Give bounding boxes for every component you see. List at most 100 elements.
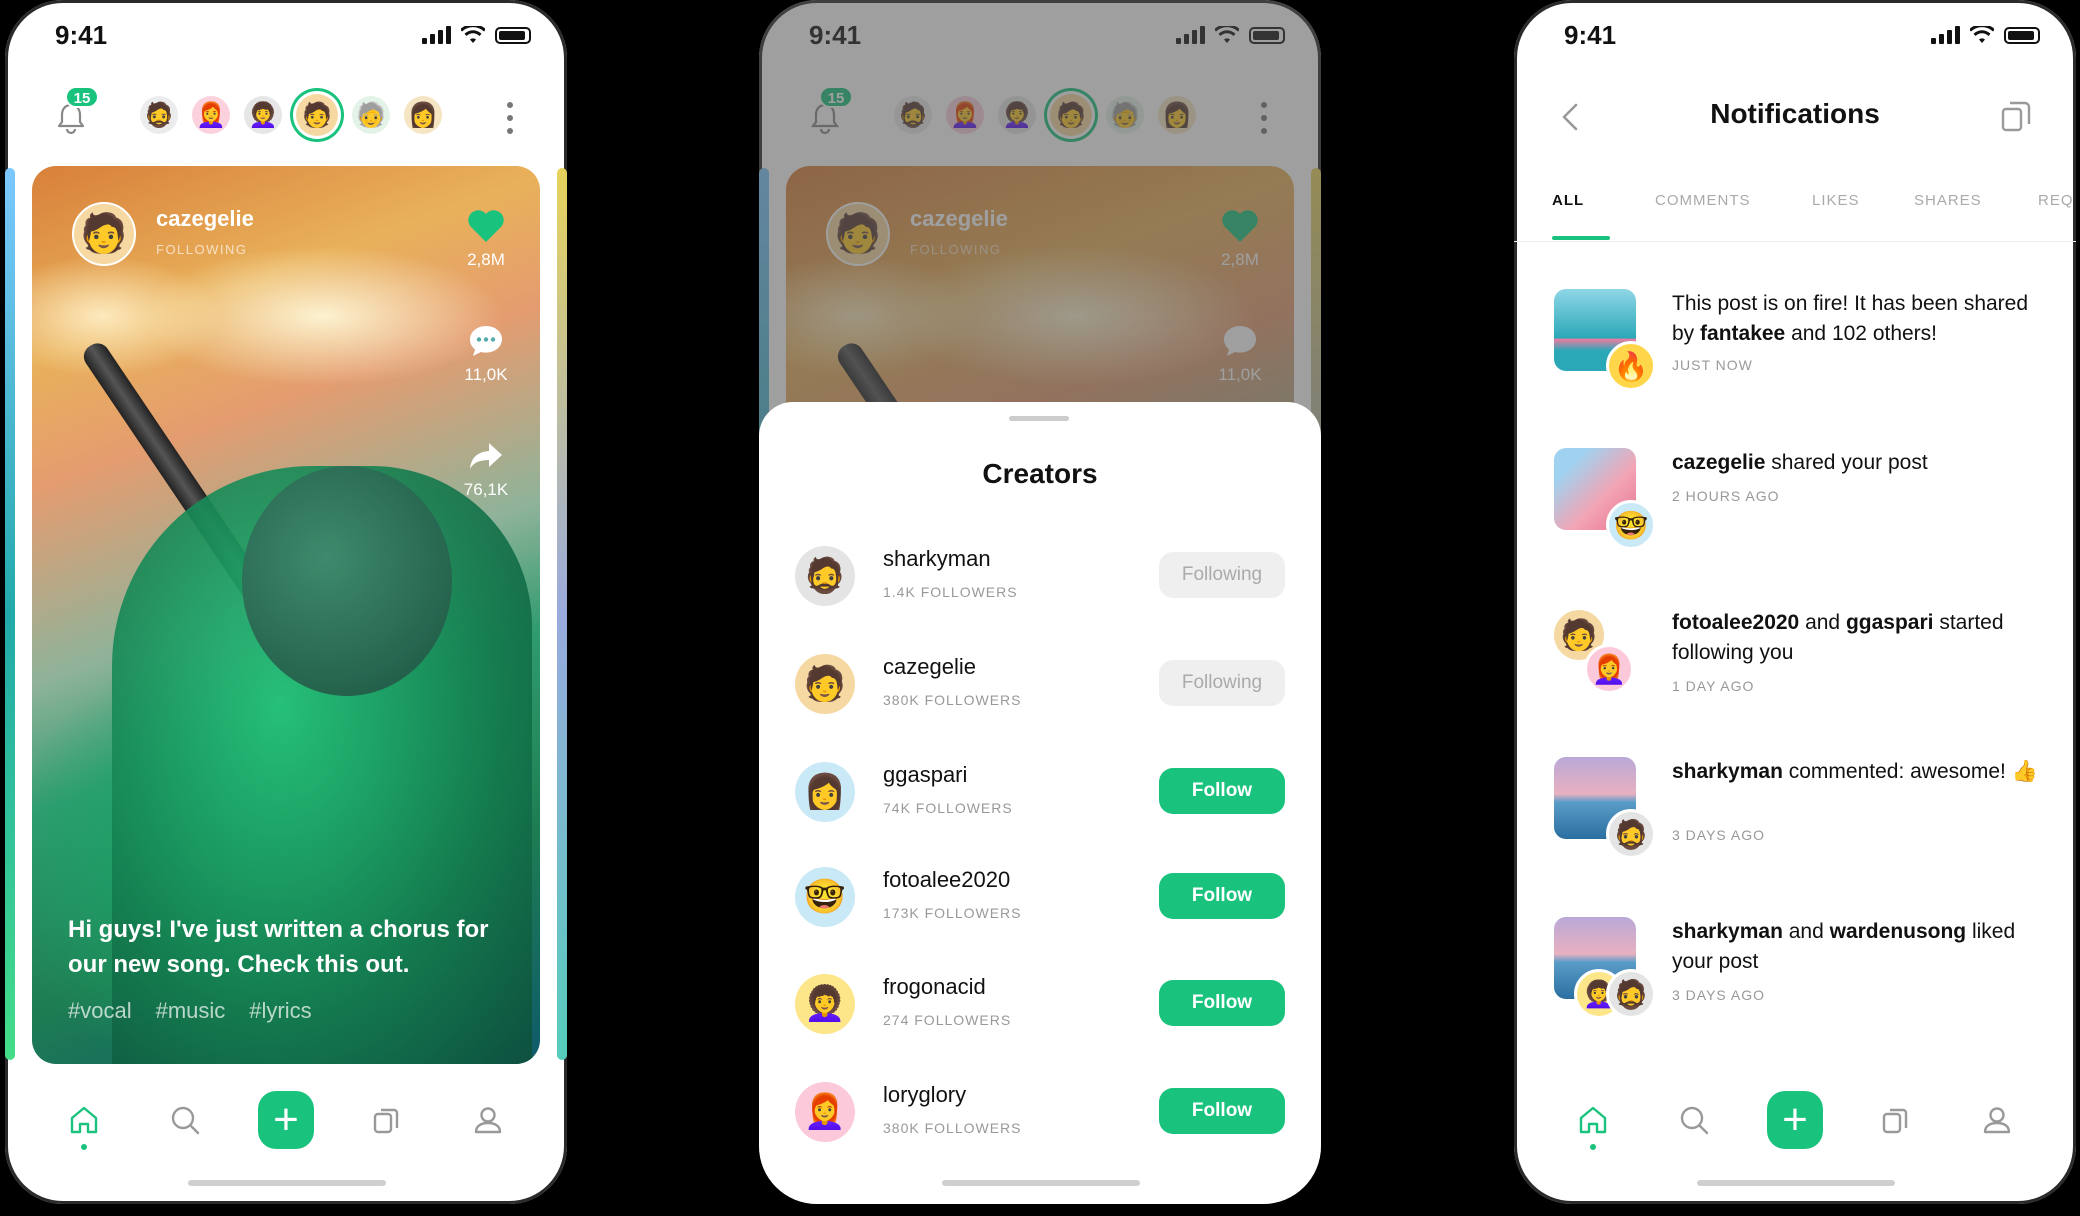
home-indicator (188, 1180, 386, 1186)
tab-requests[interactable]: REQ (2038, 192, 2074, 209)
sheet-title: Creators (982, 458, 1098, 489)
story-avatar[interactable]: 👩‍🦱 (244, 96, 282, 134)
creator-name[interactable]: loryglory (883, 1082, 966, 1108)
nav-collections[interactable] (359, 1092, 415, 1148)
creator-row[interactable]: 🧔 sharkyman 1.4K FOLLOWERS Following (795, 540, 1285, 620)
collections-icon (1882, 1108, 1908, 1134)
nav-search[interactable] (1666, 1092, 1722, 1148)
creator-row[interactable]: 🧑 cazegelie 380K FOLLOWERS Following (795, 648, 1285, 728)
creator-followers: 173K FOLLOWERS (883, 905, 1022, 921)
add-post-button[interactable]: + (257, 1091, 314, 1149)
add-post-button[interactable]: + (1766, 1091, 1823, 1149)
follow-button[interactable]: Follow (1159, 980, 1285, 1026)
page-title: Notifications (1710, 98, 1880, 129)
creator-name[interactable]: sharkyman (883, 546, 991, 572)
phone-feed: 9:41 15 🧔 👩‍🦰 👩‍🦱 🧑 🧓 👩 🧑 cazegelie FOLL… (5, 0, 567, 1204)
home-icon (1579, 1106, 1606, 1134)
wifi-icon (461, 26, 485, 43)
hashtag[interactable]: #music (156, 998, 226, 1024)
user-avatar[interactable]: 🤓 (1606, 500, 1656, 550)
stories-row: 🧔 👩‍🦰 👩‍🦱 🧑 🧓 👩 (140, 94, 442, 136)
creator-row[interactable]: 👩 ggaspari 74K FOLLOWERS Follow (795, 756, 1285, 836)
more-icon[interactable] (507, 102, 515, 134)
creator-name[interactable]: cazegelie (883, 654, 976, 680)
following-button[interactable]: Following (1159, 552, 1285, 598)
post-author-avatar[interactable]: 🧑 (72, 202, 136, 266)
signal-icon (422, 26, 451, 44)
creator-followers: 1.4K FOLLOWERS (883, 584, 1018, 600)
notification-time: 2 HOURS AGO (1672, 488, 1780, 504)
following-button[interactable]: Following (1159, 660, 1285, 706)
creators-sheet: Creators 🧔 sharkyman 1.4K FOLLOWERS Foll… (759, 402, 1321, 1204)
home-icon (70, 1106, 97, 1134)
notification-time: 3 DAYS AGO (1672, 987, 1765, 1003)
phone-notifications: 9:41 Notifications ALL COMMENTS LIKES SH… (1514, 0, 2076, 1204)
nav-collections[interactable] (1868, 1092, 1924, 1148)
notification-item[interactable]: 🔥 This post is on fire! It has been shar… (1554, 289, 2052, 391)
battery-icon (2004, 26, 2040, 44)
hashtag[interactable]: #vocal (68, 998, 132, 1024)
follow-button[interactable]: Follow (1159, 1088, 1285, 1134)
creator-avatar[interactable]: 👩‍🦱 (795, 974, 855, 1034)
creator-name[interactable]: fotoalee2020 (883, 867, 1010, 893)
post-follow-state: FOLLOWING (156, 242, 248, 257)
post-author-name[interactable]: cazegelie (156, 206, 254, 232)
follow-button[interactable]: Follow (1159, 768, 1285, 814)
nav-home[interactable] (1565, 1092, 1621, 1150)
tab-comments[interactable]: COMMENTS (1655, 192, 1751, 209)
user-avatar[interactable]: 👩‍🦰 (1584, 644, 1634, 694)
collections-icon[interactable] (2000, 98, 2034, 134)
bottom-nav: + (5, 1085, 567, 1155)
status-time: 9:41 (55, 20, 108, 50)
creator-avatar[interactable]: 🧑 (795, 654, 855, 714)
notification-item[interactable]: 🧔 sharkyman commented: awesome! 👍 3 DAYS… (1554, 757, 2052, 859)
tab-all[interactable]: ALL (1552, 192, 1584, 209)
singer-head-image (242, 466, 452, 696)
story-avatar[interactable]: 🧓 (352, 96, 390, 134)
story-avatar[interactable]: 👩‍🦰 (192, 96, 230, 134)
user-avatar[interactable]: 🧔 (1606, 809, 1656, 859)
creator-followers: 380K FOLLOWERS (883, 1120, 1022, 1136)
share-icon[interactable] (456, 432, 516, 480)
user-avatar[interactable]: 🧔 (1606, 969, 1656, 1019)
creator-row[interactable]: 👩‍🦱 frogonacid 274 FOLLOWERS Follow (795, 968, 1285, 1048)
profile-icon (475, 1107, 502, 1134)
nav-search[interactable] (157, 1092, 213, 1148)
nav-profile[interactable] (460, 1092, 516, 1148)
creator-avatar[interactable]: 👩 (795, 762, 855, 822)
creator-avatar[interactable]: 👩‍🦰 (795, 1082, 855, 1142)
heart-icon[interactable] (456, 202, 516, 250)
comment-icon[interactable] (456, 317, 516, 365)
notification-text: fotoalee2020 and ggaspari started follow… (1672, 611, 2004, 664)
nav-profile[interactable] (1969, 1092, 2025, 1148)
notification-item[interactable]: 🤓 cazegelie shared your post 2 HOURS AGO (1554, 448, 2052, 550)
notification-text: cazegelie shared your post (1672, 451, 1928, 474)
notification-time: 3 DAYS AGO (1672, 827, 1765, 843)
story-avatar-active[interactable]: 🧑 (296, 94, 338, 136)
home-indicator (942, 1180, 1140, 1186)
creator-row[interactable]: 👩‍🦰 loryglory 380K FOLLOWERS Follow (795, 1076, 1285, 1156)
story-avatar[interactable]: 🧔 (140, 96, 178, 134)
creator-avatar[interactable]: 🤓 (795, 867, 855, 927)
nav-home[interactable] (56, 1092, 112, 1150)
creator-name[interactable]: ggaspari (883, 762, 967, 788)
creator-followers: 380K FOLLOWERS (883, 692, 1022, 708)
follow-button[interactable]: Follow (1159, 873, 1285, 919)
creator-row[interactable]: 🤓 fotoalee2020 173K FOLLOWERS Follow (795, 861, 1285, 941)
post-tags: #vocal #music #lyrics (68, 998, 312, 1024)
notification-tabs: ALL COMMENTS LIKES SHARES REQ (1514, 190, 2076, 242)
notification-time: JUST NOW (1672, 357, 1753, 373)
notification-text: sharkyman and wardenusong liked your pos… (1672, 920, 2016, 973)
creator-name[interactable]: frogonacid (883, 974, 986, 1000)
post-card[interactable]: 🧑 cazegelie FOLLOWING 2,8M 11,0K 76,1K H… (32, 166, 540, 1064)
tab-likes[interactable]: LIKES (1812, 192, 1860, 209)
sheet-handle[interactable] (1009, 416, 1069, 421)
creator-avatar[interactable]: 🧔 (795, 546, 855, 606)
status-bar: 9:41 (5, 16, 567, 56)
likes-count: 2,8M (467, 250, 505, 269)
notification-item[interactable]: 🧑 👩‍🦰 fotoalee2020 and ggaspari started … (1554, 608, 2052, 708)
notification-item[interactable]: 👩‍🦱 🧔 sharkyman and wardenusong liked yo… (1554, 917, 2052, 1019)
story-avatar[interactable]: 👩 (404, 96, 442, 134)
tab-shares[interactable]: SHARES (1914, 192, 1982, 209)
hashtag[interactable]: #lyrics (249, 998, 311, 1024)
